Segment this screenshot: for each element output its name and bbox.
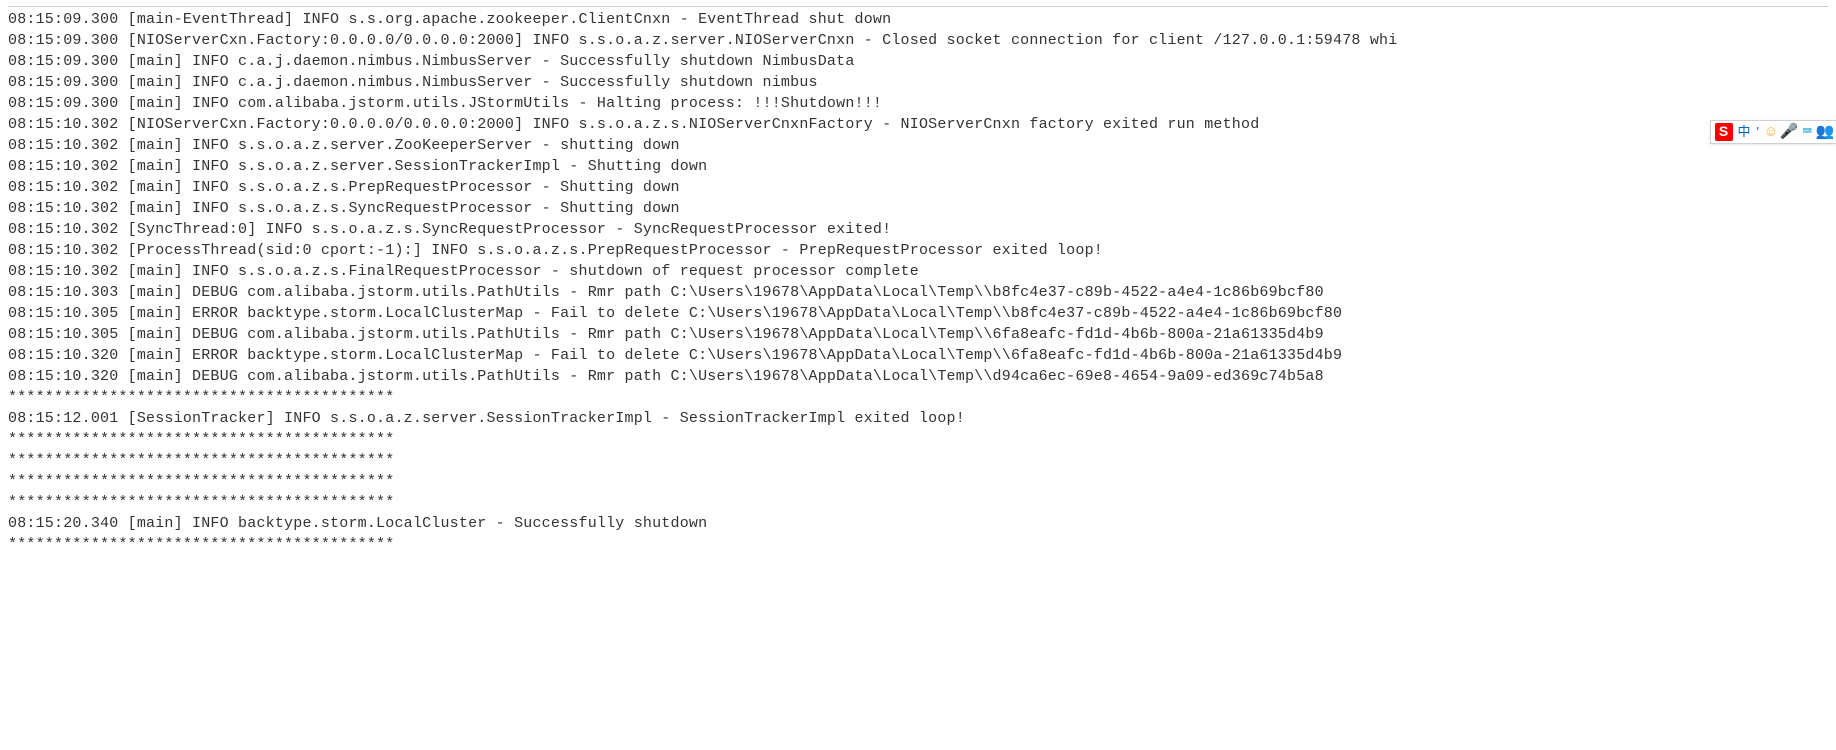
- log-line: 08:15:10.302 [main] INFO s.s.o.a.z.s.Pre…: [8, 177, 1828, 198]
- log-line: 08:15:09.300 [NIOServerCxn.Factory:0.0.0…: [8, 30, 1828, 51]
- sogou-logo-icon[interactable]: S: [1715, 123, 1733, 141]
- log-line: 08:15:10.320 [main] DEBUG com.alibaba.js…: [8, 366, 1828, 387]
- log-line: 08:15:09.300 [main] INFO c.a.j.daemon.ni…: [8, 51, 1828, 72]
- log-line: 08:15:10.302 [main] INFO s.s.o.a.z.s.Syn…: [8, 198, 1828, 219]
- log-line: ****************************************…: [8, 450, 1828, 471]
- log-line: 08:15:10.302 [NIOServerCxn.Factory:0.0.0…: [8, 114, 1828, 135]
- log-line: 08:15:09.300 [main] INFO c.a.j.daemon.ni…: [8, 72, 1828, 93]
- log-line: 08:15:12.001 [SessionTracker] INFO s.s.o…: [8, 408, 1828, 429]
- log-line: 08:15:10.305 [main] ERROR backtype.storm…: [8, 303, 1828, 324]
- log-line: 08:15:10.303 [main] DEBUG com.alibaba.js…: [8, 282, 1828, 303]
- ime-toolbar[interactable]: S 中 ' ☺ 🎤 ⌨ 👥: [1710, 120, 1836, 144]
- user-icon[interactable]: 👥: [1818, 125, 1832, 139]
- log-line: 08:15:10.302 [main] INFO s.s.o.a.z.serve…: [8, 156, 1828, 177]
- log-line: ****************************************…: [8, 492, 1828, 513]
- smile-icon[interactable]: ☺: [1764, 125, 1778, 139]
- ime-language-toggle[interactable]: 中: [1737, 123, 1752, 141]
- log-line: 08:15:09.300 [main-EventThread] INFO s.s…: [8, 9, 1828, 30]
- log-line: 08:15:09.300 [main] INFO com.alibaba.jst…: [8, 93, 1828, 114]
- log-line: 08:15:10.302 [main] INFO s.s.o.a.z.s.Fin…: [8, 261, 1828, 282]
- keyboard-icon[interactable]: ⌨: [1800, 125, 1814, 139]
- log-line: 08:15:10.302 [SyncThread:0] INFO s.s.o.a…: [8, 219, 1828, 240]
- log-line: 08:15:10.302 [main] INFO s.s.o.a.z.serve…: [8, 135, 1828, 156]
- microphone-icon[interactable]: 🎤: [1782, 125, 1796, 139]
- log-line: 08:15:10.320 [main] ERROR backtype.storm…: [8, 345, 1828, 366]
- log-line: ****************************************…: [8, 471, 1828, 492]
- ime-punctuation-toggle[interactable]: ': [1756, 123, 1760, 141]
- log-line: 08:15:20.340 [main] INFO backtype.storm.…: [8, 513, 1828, 534]
- log-line: ****************************************…: [8, 534, 1828, 555]
- log-line: ****************************************…: [8, 387, 1828, 408]
- log-line: ****************************************…: [8, 429, 1828, 450]
- log-line: 08:15:10.305 [main] DEBUG com.alibaba.js…: [8, 324, 1828, 345]
- log-line: 08:15:10.302 [ProcessThread(sid:0 cport:…: [8, 240, 1828, 261]
- log-output-panel: 08:15:09.300 [main-EventThread] INFO s.s…: [8, 6, 1828, 555]
